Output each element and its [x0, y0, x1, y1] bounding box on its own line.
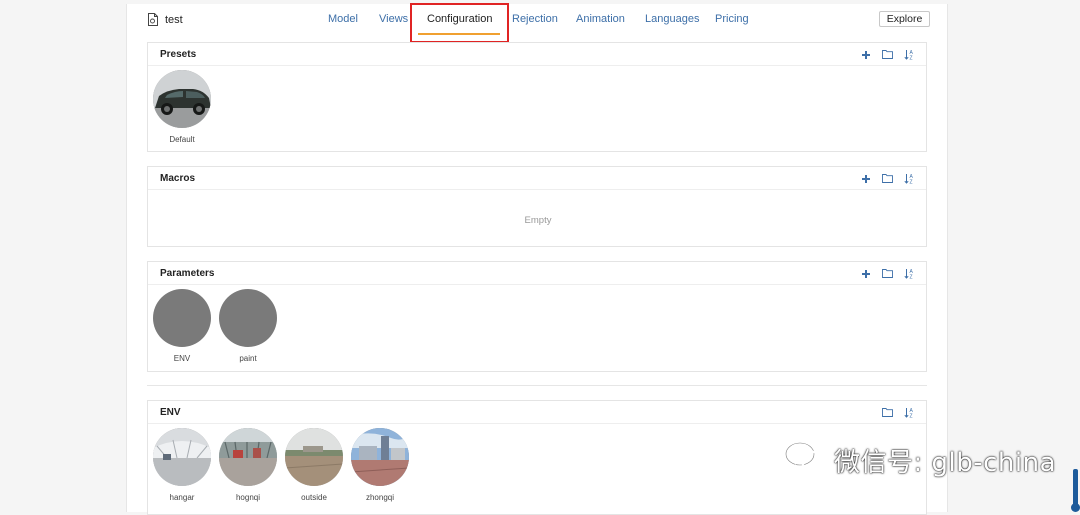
env-item-outside[interactable]: outside	[284, 428, 344, 502]
env-item-label: zhongqi	[365, 493, 395, 502]
parameters-toolbar: AZ	[859, 267, 916, 280]
macros-toolbar: AZ	[859, 172, 916, 185]
env-thumbnail-zhongqi	[351, 428, 409, 486]
watermark-text: 微信号: glb-china	[834, 448, 1057, 478]
env-title: ENV	[160, 407, 181, 418]
parameter-thumbnail	[153, 289, 211, 347]
presets-title: Presets	[160, 49, 197, 60]
presets-panel: Presets AZ Default	[147, 42, 927, 152]
env-item-label: outside	[301, 493, 327, 502]
folder-icon[interactable]	[881, 48, 894, 61]
macros-empty-state: Empty	[524, 215, 552, 226]
env-item-hangar[interactable]: hangar	[152, 428, 212, 502]
parameter-thumbnail	[219, 289, 277, 347]
tab-languages[interactable]: Languages	[645, 13, 699, 25]
macros-panel-header: Macros AZ	[148, 167, 926, 190]
highlight-box	[410, 3, 509, 43]
tab-pricing[interactable]: Pricing	[715, 13, 749, 25]
env-item-zhongqi[interactable]: zhongqi	[350, 428, 410, 502]
tab-bar: Model Views Configuration Rejection Anim…	[127, 3, 947, 43]
sort-icon[interactable]: AZ	[903, 172, 916, 185]
env-item-label: hangar	[169, 493, 195, 502]
env-toolbar: AZ	[881, 406, 916, 419]
folder-icon[interactable]	[881, 406, 894, 419]
parameter-item-label: ENV	[173, 354, 191, 363]
svg-text:Z: Z	[910, 414, 913, 419]
preset-item[interactable]: Default	[152, 70, 212, 144]
top-navigation-bar: test Model Views Configuration Rejection…	[127, 3, 947, 43]
macros-title: Macros	[160, 173, 196, 184]
parameter-item-label: paint	[239, 354, 257, 363]
parameters-panel-header: Parameters AZ	[148, 262, 926, 285]
explore-button[interactable]: Explore	[879, 11, 930, 27]
env-thumbnail-hangar	[153, 428, 211, 486]
parameters-panel: Parameters AZ ENV paint	[147, 261, 927, 372]
svg-text:Z: Z	[910, 275, 913, 280]
configuration-page: test Model Views Configuration Rejection…	[126, 3, 948, 515]
sort-icon[interactable]: AZ	[903, 406, 916, 419]
tab-animation[interactable]: Animation	[576, 13, 625, 25]
add-icon[interactable]	[859, 48, 872, 61]
sort-icon[interactable]: AZ	[903, 267, 916, 280]
parameters-list: ENV paint	[148, 285, 926, 363]
add-icon[interactable]	[859, 267, 872, 280]
env-thumbnail-hognqi	[219, 428, 277, 486]
svg-text:Z: Z	[910, 56, 913, 61]
scrollbar-end-cap	[1071, 503, 1080, 512]
add-icon[interactable]	[859, 172, 872, 185]
presets-panel-header: Presets AZ	[148, 43, 926, 66]
preset-thumbnail	[153, 70, 211, 128]
svg-text:Z: Z	[910, 180, 913, 185]
env-thumbnail-outside	[285, 428, 343, 486]
folder-icon[interactable]	[881, 267, 894, 280]
watermark: 微信号: glb-china	[784, 441, 1056, 480]
preset-item-label: Default	[169, 135, 195, 144]
wechat-icon	[784, 441, 826, 480]
env-panel-header: ENV AZ	[148, 401, 926, 424]
tab-model[interactable]: Model	[328, 13, 358, 25]
parameter-item-env[interactable]: ENV	[152, 289, 212, 363]
presets-list: Default	[148, 66, 926, 144]
sort-icon[interactable]: AZ	[903, 48, 916, 61]
tab-views[interactable]: Views	[379, 13, 408, 25]
folder-icon[interactable]	[881, 172, 894, 185]
vertical-scrollbar[interactable]	[1073, 469, 1078, 507]
macros-panel: Macros AZ Empty	[147, 166, 927, 247]
parameters-title: Parameters	[160, 268, 215, 279]
presets-toolbar: AZ	[859, 48, 916, 61]
parameter-item-paint[interactable]: paint	[218, 289, 278, 363]
tab-rejection[interactable]: Rejection	[512, 13, 558, 25]
section-divider	[147, 385, 927, 386]
env-item-hognqi[interactable]: hognqi	[218, 428, 278, 502]
env-item-label: hognqi	[235, 493, 261, 502]
